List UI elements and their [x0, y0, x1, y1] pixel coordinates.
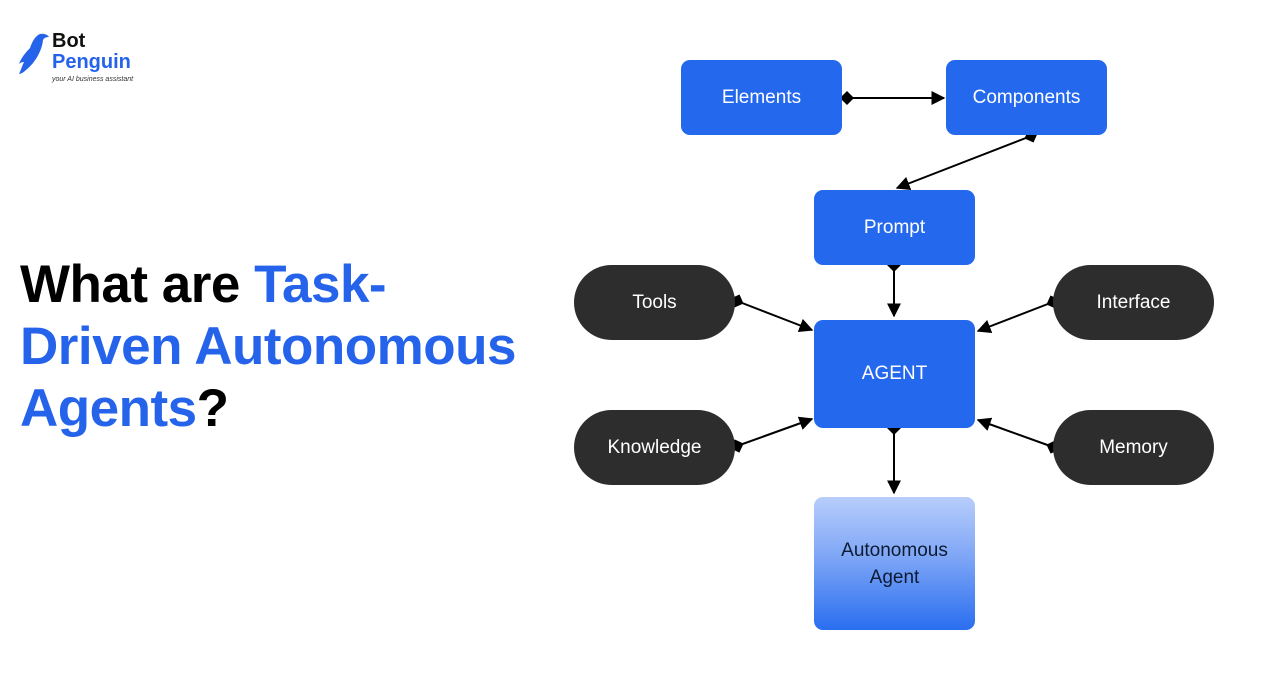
node-knowledge: Knowledge [574, 410, 735, 485]
node-autonomous-agent-label-line1: Autonomous [841, 539, 948, 561]
node-autonomous-agent-label-line2: Agent [869, 566, 920, 588]
page-title: What are Task- Driven Autonomous Agents? [20, 254, 560, 440]
node-components: Components [946, 60, 1107, 135]
node-tools-label: Tools [632, 291, 677, 313]
node-memory: Memory [1053, 410, 1214, 485]
node-agent: AGENT [814, 320, 975, 428]
node-interface-label: Interface [1096, 291, 1171, 313]
node-components-label: Components [972, 86, 1081, 108]
botpenguin-logo: Bot Penguin your AI business assistant [18, 30, 158, 90]
node-autonomous-agent: Autonomous Agent [814, 497, 975, 630]
edge-memory-agent [976, 417, 1060, 454]
node-agent-label: AGENT [861, 363, 928, 384]
edge-components-prompt [895, 129, 1038, 190]
node-prompt-label: Prompt [863, 216, 926, 238]
node-knowledge-label: Knowledge [607, 436, 702, 458]
title-part-task: Task- [254, 255, 387, 314]
title-part-what-are: What are [20, 255, 255, 314]
logo-brand-penguin: Penguin [52, 51, 131, 73]
penguin-icon [19, 33, 49, 74]
node-elements: Elements [681, 60, 842, 135]
node-prompt: Prompt [814, 190, 975, 265]
node-interface: Interface [1053, 265, 1214, 340]
title-part-driven-autonomous: Driven Autonomous [20, 317, 516, 376]
node-tools: Tools [574, 265, 735, 340]
logo-brand-bot: Bot [52, 30, 86, 52]
logo-tagline: your AI business assistant [52, 76, 134, 83]
title-part-question: ? [196, 379, 229, 438]
node-memory-label: Memory [1099, 436, 1168, 458]
edge-tools-agent [730, 294, 814, 332]
edge-knowledge-agent [730, 416, 814, 453]
node-elements-label: Elements [721, 86, 802, 108]
title-part-agents: Agents [20, 379, 197, 438]
edge-interface-agent [976, 295, 1060, 333]
